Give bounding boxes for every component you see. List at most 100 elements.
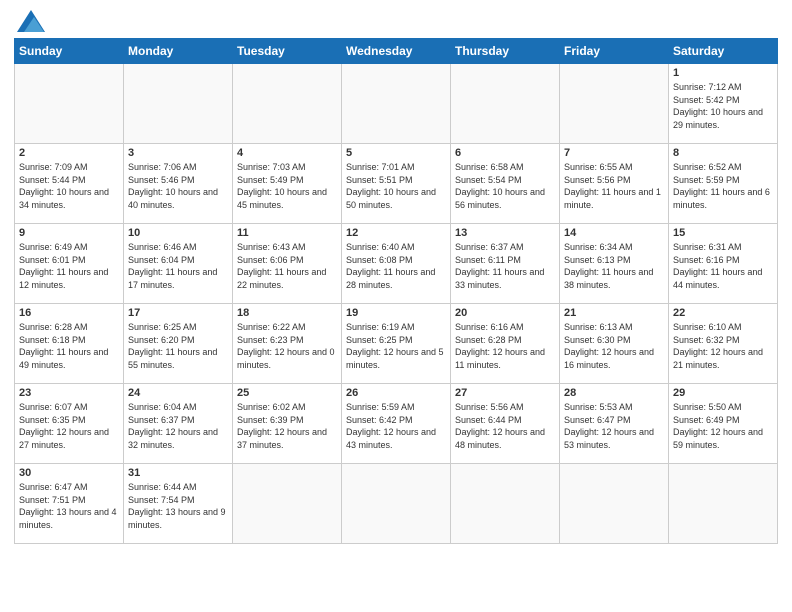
- calendar-cell: 18 Sunrise: 6:22 AM Sunset: 6:23 PM Dayli…: [233, 304, 342, 384]
- day-number: 30: [19, 467, 119, 479]
- day-number: 14: [564, 227, 664, 239]
- calendar-cell: 13Sunrise: 6:37 AM Sunset: 6:11 PM Dayli…: [451, 224, 560, 304]
- day-info: Sunrise: 5:56 AM Sunset: 6:44 PM Dayligh…: [455, 401, 555, 451]
- calendar-page: SundayMondayTuesdayWednesdayThursdayFrid…: [0, 0, 792, 612]
- weekday-header-wednesday: Wednesday: [342, 39, 451, 64]
- calendar-cell: [669, 464, 778, 544]
- day-info: Sunrise: 7:12 AM Sunset: 5:42 PM Dayligh…: [673, 81, 773, 131]
- calendar-cell: 28 Sunrise: 5:53 AM Sunset: 6:47 PM Dayli…: [560, 384, 669, 464]
- day-info: Sunrise: 6:22 AM Sunset: 6:23 PM Dayligh…: [237, 321, 337, 371]
- calendar-cell: 3 Sunrise: 7:06 AM Sunset: 5:46 PM Daylig…: [124, 144, 233, 224]
- calendar-cell: 5 Sunrise: 7:01 AM Sunset: 5:51 PM Daylig…: [342, 144, 451, 224]
- day-number: 31: [128, 467, 228, 479]
- day-number: 12: [346, 227, 446, 239]
- day-number: 25: [237, 387, 337, 399]
- calendar-cell: 17 Sunrise: 6:25 AM Sunset: 6:20 PM Dayli…: [124, 304, 233, 384]
- calendar-cell: 22 Sunrise: 6:10 AM Sunset: 6:32 PM Dayli…: [669, 304, 778, 384]
- day-number: 27: [455, 387, 555, 399]
- calendar-cell: 27 Sunrise: 5:56 AM Sunset: 6:44 PM Dayli…: [451, 384, 560, 464]
- day-info: Sunrise: 6:31 AM Sunset: 6:16 PM Dayligh…: [673, 241, 773, 291]
- calendar-cell: 10Sunrise: 6:46 AM Sunset: 6:04 PM Dayli…: [124, 224, 233, 304]
- calendar-cell: [560, 64, 669, 144]
- day-number: 17: [128, 307, 228, 319]
- day-info: Sunrise: 6:47 AM Sunset: 7:51 PM Dayligh…: [19, 481, 119, 531]
- day-number: 29: [673, 387, 773, 399]
- day-number: 22: [673, 307, 773, 319]
- calendar-cell: 11 Sunrise: 6:43 AM Sunset: 6:06 PM Dayli…: [233, 224, 342, 304]
- calendar-cell: 26Sunrise: 5:59 AM Sunset: 6:42 PM Dayli…: [342, 384, 451, 464]
- day-info: Sunrise: 6:25 AM Sunset: 6:20 PM Dayligh…: [128, 321, 228, 371]
- day-number: 7: [564, 147, 664, 159]
- day-info: Sunrise: 6:10 AM Sunset: 6:32 PM Dayligh…: [673, 321, 773, 371]
- header-section: [14, 10, 778, 32]
- day-number: 8: [673, 147, 773, 159]
- calendar-cell: 12 Sunrise: 6:40 AM Sunset: 6:08 PM Dayli…: [342, 224, 451, 304]
- calendar-week-row: 23 Sunrise: 6:07 AM Sunset: 6:35 PM Dayli…: [15, 384, 778, 464]
- calendar-cell: 25 Sunrise: 6:02 AM Sunset: 6:39 PM Dayli…: [233, 384, 342, 464]
- calendar-cell: 4 Sunrise: 7:03 AM Sunset: 5:49 PM Daylig…: [233, 144, 342, 224]
- calendar-cell: 20Sunrise: 6:16 AM Sunset: 6:28 PM Dayli…: [451, 304, 560, 384]
- day-info: Sunrise: 6:28 AM Sunset: 6:18 PM Dayligh…: [19, 321, 119, 371]
- day-info: Sunrise: 6:02 AM Sunset: 6:39 PM Dayligh…: [237, 401, 337, 451]
- day-info: Sunrise: 6:46 AM Sunset: 6:04 PM Dayligh…: [128, 241, 228, 291]
- weekday-header-monday: Monday: [124, 39, 233, 64]
- day-number: 3: [128, 147, 228, 159]
- calendar-cell: 7Sunrise: 6:55 AM Sunset: 5:56 PM Daylig…: [560, 144, 669, 224]
- calendar-cell: 31 Sunrise: 6:44 AM Sunset: 7:54 PM Dayli…: [124, 464, 233, 544]
- day-number: 20: [455, 307, 555, 319]
- day-info: Sunrise: 5:53 AM Sunset: 6:47 PM Dayligh…: [564, 401, 664, 451]
- logo-area: [14, 10, 45, 32]
- calendar-cell: 8Sunrise: 6:52 AM Sunset: 5:59 PM Daylig…: [669, 144, 778, 224]
- weekday-header-thursday: Thursday: [451, 39, 560, 64]
- day-number: 15: [673, 227, 773, 239]
- day-number: 16: [19, 307, 119, 319]
- calendar-cell: [451, 64, 560, 144]
- calendar-week-row: 16 Sunrise: 6:28 AM Sunset: 6:18 PM Dayli…: [15, 304, 778, 384]
- day-number: 18: [237, 307, 337, 319]
- weekday-header-row: SundayMondayTuesdayWednesdayThursdayFrid…: [15, 39, 778, 64]
- weekday-header-saturday: Saturday: [669, 39, 778, 64]
- calendar-cell: [342, 64, 451, 144]
- day-number: 23: [19, 387, 119, 399]
- calendar-table: SundayMondayTuesdayWednesdayThursdayFrid…: [14, 38, 778, 544]
- calendar-cell: [124, 64, 233, 144]
- calendar-cell: [560, 464, 669, 544]
- calendar-cell: [233, 464, 342, 544]
- calendar-cell: 23 Sunrise: 6:07 AM Sunset: 6:35 PM Dayli…: [15, 384, 124, 464]
- calendar-week-row: 2Sunrise: 7:09 AM Sunset: 5:44 PM Daylig…: [15, 144, 778, 224]
- calendar-cell: 1Sunrise: 7:12 AM Sunset: 5:42 PM Daylig…: [669, 64, 778, 144]
- day-info: Sunrise: 7:01 AM Sunset: 5:51 PM Dayligh…: [346, 161, 446, 211]
- day-number: 26: [346, 387, 446, 399]
- day-info: Sunrise: 6:58 AM Sunset: 5:54 PM Dayligh…: [455, 161, 555, 211]
- day-info: Sunrise: 6:07 AM Sunset: 6:35 PM Dayligh…: [19, 401, 119, 451]
- calendar-cell: [342, 464, 451, 544]
- calendar-week-row: 9 Sunrise: 6:49 AM Sunset: 6:01 PM Daylig…: [15, 224, 778, 304]
- logo: [14, 10, 45, 32]
- day-info: Sunrise: 6:04 AM Sunset: 6:37 PM Dayligh…: [128, 401, 228, 451]
- day-info: Sunrise: 7:06 AM Sunset: 5:46 PM Dayligh…: [128, 161, 228, 211]
- day-number: 13: [455, 227, 555, 239]
- day-number: 4: [237, 147, 337, 159]
- day-info: Sunrise: 6:19 AM Sunset: 6:25 PM Dayligh…: [346, 321, 446, 371]
- calendar-cell: 30 Sunrise: 6:47 AM Sunset: 7:51 PM Dayli…: [15, 464, 124, 544]
- calendar-cell: 29Sunrise: 5:50 AM Sunset: 6:49 PM Dayli…: [669, 384, 778, 464]
- calendar-week-row: 30 Sunrise: 6:47 AM Sunset: 7:51 PM Dayli…: [15, 464, 778, 544]
- weekday-header-friday: Friday: [560, 39, 669, 64]
- day-info: Sunrise: 6:49 AM Sunset: 6:01 PM Dayligh…: [19, 241, 119, 291]
- logo-icon: [17, 10, 45, 32]
- calendar-cell: 19 Sunrise: 6:19 AM Sunset: 6:25 PM Dayli…: [342, 304, 451, 384]
- day-number: 9: [19, 227, 119, 239]
- day-number: 19: [346, 307, 446, 319]
- day-info: Sunrise: 7:09 AM Sunset: 5:44 PM Dayligh…: [19, 161, 119, 211]
- day-number: 28: [564, 387, 664, 399]
- day-info: Sunrise: 6:43 AM Sunset: 6:06 PM Dayligh…: [237, 241, 337, 291]
- day-number: 6: [455, 147, 555, 159]
- calendar-cell: 6 Sunrise: 6:58 AM Sunset: 5:54 PM Daylig…: [451, 144, 560, 224]
- day-number: 11: [237, 227, 337, 239]
- day-info: Sunrise: 7:03 AM Sunset: 5:49 PM Dayligh…: [237, 161, 337, 211]
- calendar-cell: 9 Sunrise: 6:49 AM Sunset: 6:01 PM Daylig…: [15, 224, 124, 304]
- calendar-cell: 15 Sunrise: 6:31 AM Sunset: 6:16 PM Dayli…: [669, 224, 778, 304]
- day-number: 5: [346, 147, 446, 159]
- day-info: Sunrise: 6:40 AM Sunset: 6:08 PM Dayligh…: [346, 241, 446, 291]
- day-info: Sunrise: 6:44 AM Sunset: 7:54 PM Dayligh…: [128, 481, 228, 531]
